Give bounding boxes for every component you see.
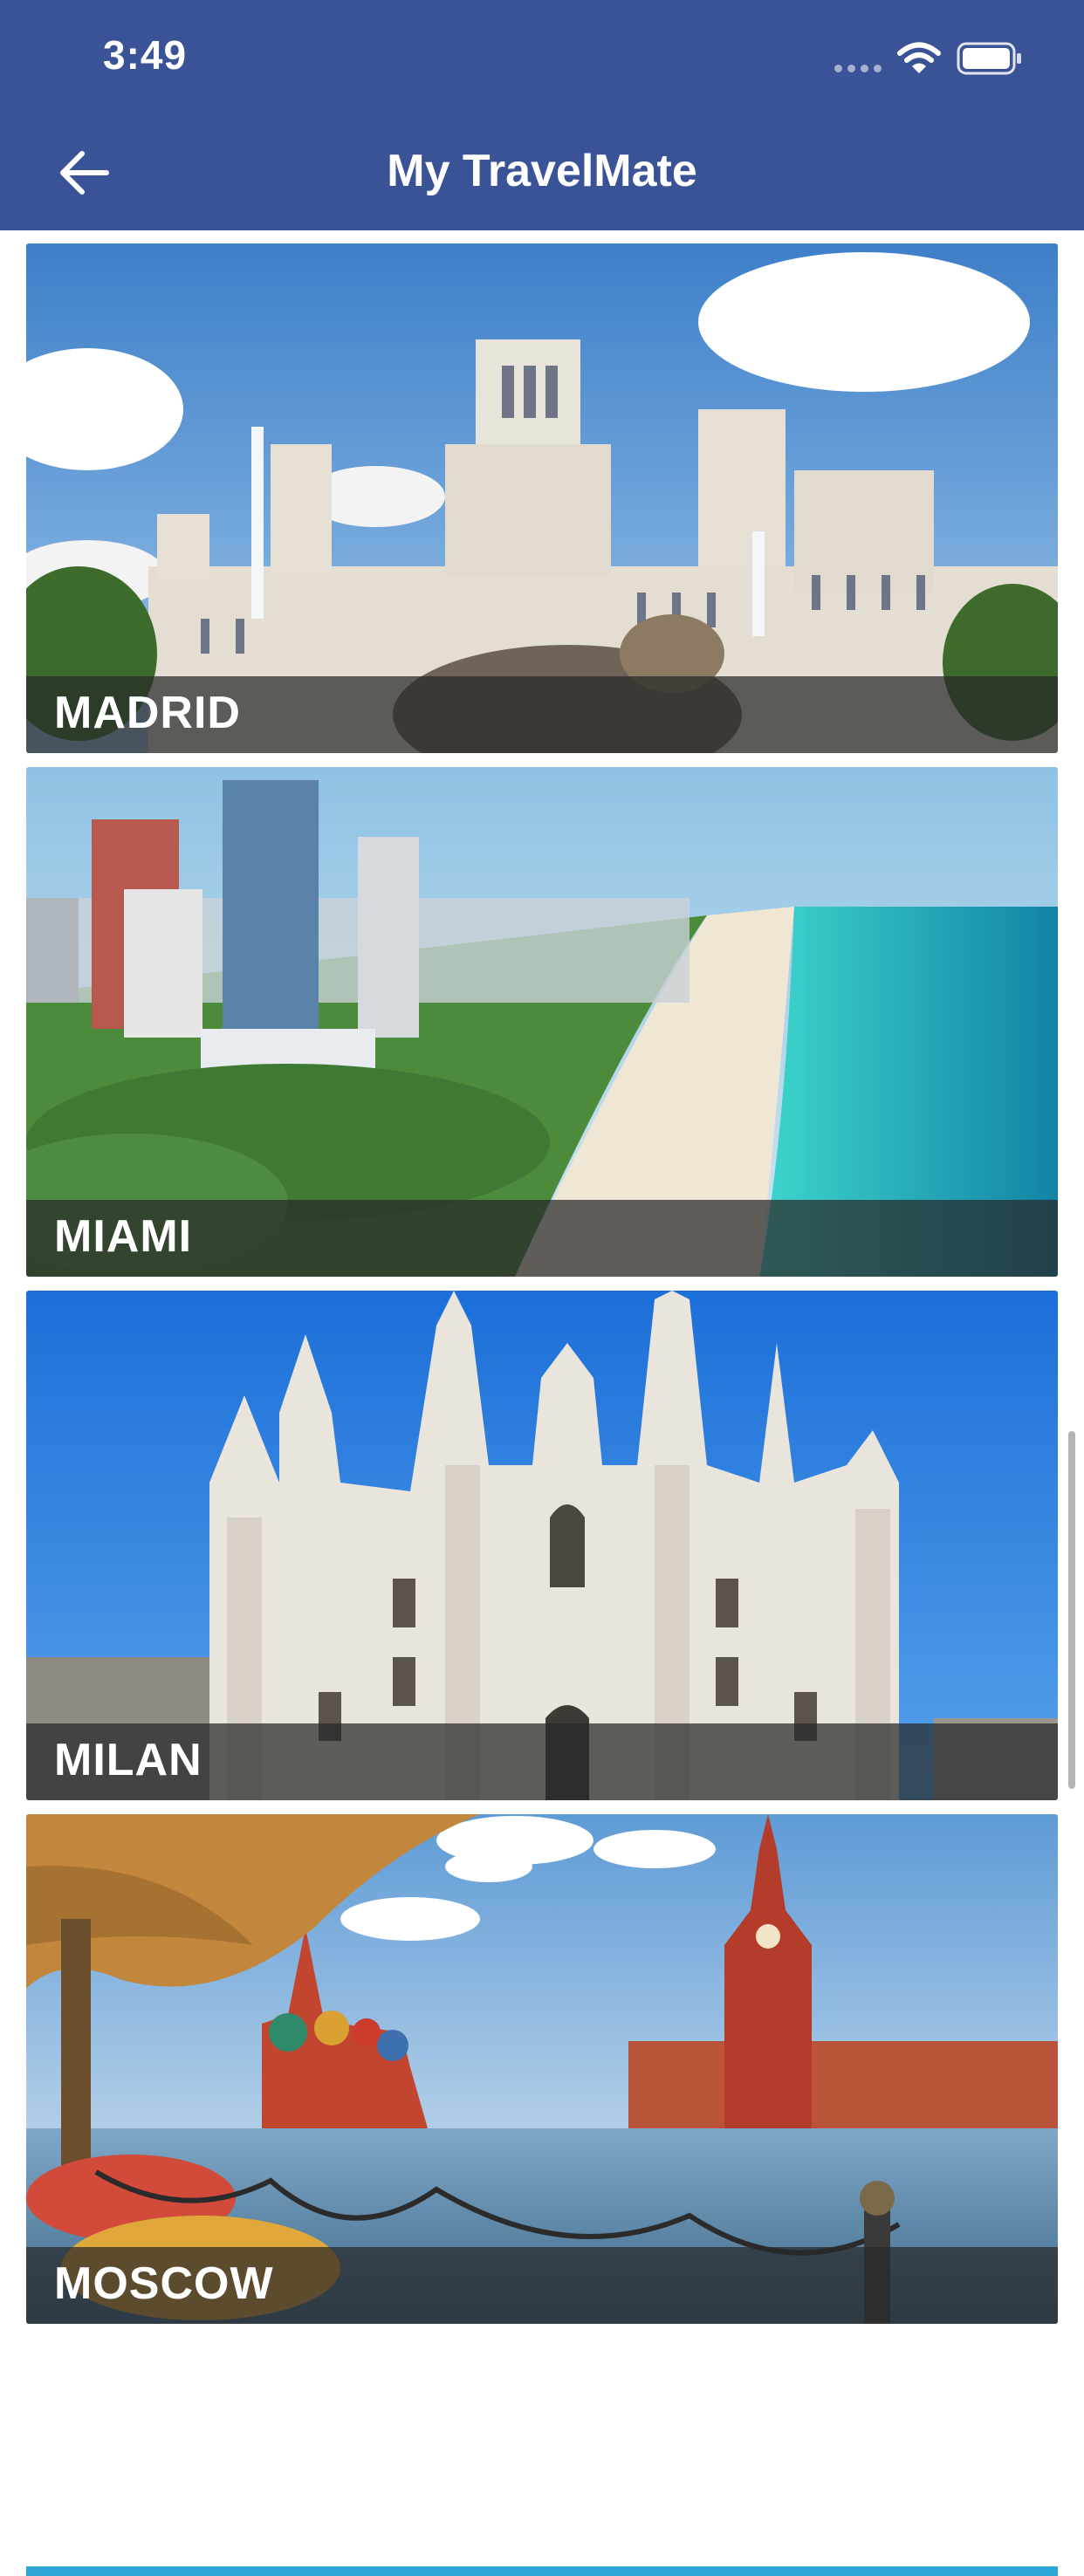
city-list: MADRID MIAMI MILAN MOSCOW xyxy=(0,230,1084,2576)
city-name: MADRID xyxy=(54,688,241,738)
city-card-milan[interactable]: MILAN xyxy=(26,1291,1058,1800)
status-time: 3:49 xyxy=(103,32,188,78)
city-name: MIAMI xyxy=(54,1211,193,1262)
city-card-madrid[interactable]: MADRID xyxy=(26,243,1058,753)
page-title: My TravelMate xyxy=(387,146,697,196)
city-card-miami[interactable]: MIAMI xyxy=(26,767,1058,1277)
wifi-icon xyxy=(897,42,941,73)
next-card-edge xyxy=(26,2566,1058,2576)
app-header: 3:49 My TravelMate xyxy=(0,0,1084,230)
city-name: MILAN xyxy=(54,1735,202,1785)
city-card-moscow[interactable]: MOSCOW xyxy=(26,1814,1058,2324)
cellular-signal-icon xyxy=(834,65,882,72)
city-name: MOSCOW xyxy=(54,2258,274,2309)
battery-icon xyxy=(957,42,1021,75)
scrollbar[interactable] xyxy=(1068,1431,1075,1789)
